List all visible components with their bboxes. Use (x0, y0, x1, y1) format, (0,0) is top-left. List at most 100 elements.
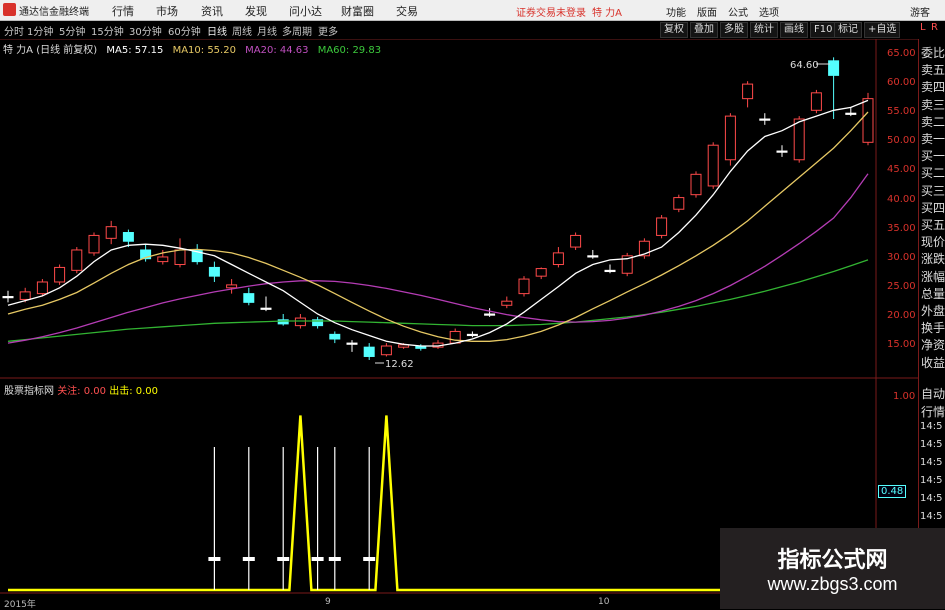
candle-body[interactable] (466, 333, 478, 337)
candle-body[interactable] (587, 255, 599, 258)
candle-body[interactable] (535, 268, 547, 277)
candle-body[interactable] (226, 284, 238, 289)
candle-body[interactable] (19, 291, 31, 300)
kline-chart[interactable]: 64.60 12.62 (0, 0, 945, 609)
candle-body[interactable] (776, 150, 788, 153)
candle-body[interactable] (828, 60, 840, 76)
quote-item-label[interactable]: 卖五 (921, 61, 945, 78)
candle-body[interactable] (656, 217, 668, 236)
candle-body[interactable] (724, 115, 736, 161)
price-axis-label: 55.00 (887, 106, 916, 118)
quote-item-label[interactable]: 涨跌 (921, 250, 945, 267)
ma20-line (7, 173, 869, 344)
quote-item-label[interactable]: 买一 (921, 147, 945, 164)
quote-item-label[interactable]: 买二 (921, 164, 945, 181)
xaxis-year-label: 2015年 (4, 600, 36, 610)
ma5-line (7, 99, 869, 347)
candle-body[interactable] (604, 269, 616, 273)
watermark-title: 指标公式网 (777, 548, 888, 573)
candle-body[interactable] (122, 232, 134, 242)
candle-body[interactable] (690, 173, 702, 196)
tick-time: 14:5 (920, 439, 943, 450)
panel-toggle-l[interactable]: L (920, 22, 926, 33)
quote-item-label[interactable]: 换手 (921, 319, 945, 336)
candle-body[interactable] (793, 118, 805, 161)
candle-body[interactable] (88, 234, 100, 254)
price-axis-label: 65.00 (887, 48, 916, 59)
candle-body[interactable] (570, 234, 582, 248)
candle-body[interactable] (363, 346, 375, 357)
quote-item-label[interactable]: 收益 (921, 354, 945, 371)
tick-time: 14:5 (920, 421, 943, 432)
exit-signal-marker (311, 557, 324, 561)
tick-time: 14:5 (920, 493, 943, 504)
candle-body[interactable] (810, 92, 822, 111)
candle-body[interactable] (518, 278, 530, 295)
quote-item-label[interactable]: 卖二 (921, 113, 945, 130)
candle-body[interactable] (449, 330, 461, 344)
quote-item-label[interactable]: 卖三 (921, 96, 945, 113)
candle-body[interactable] (105, 226, 117, 239)
price-axis-label: 60.00 (887, 77, 916, 89)
tick-time: 14:5 (920, 475, 943, 486)
quote-item-label[interactable]: 涨幅 (921, 268, 945, 285)
quote-item-label[interactable]: 委比 (921, 44, 945, 61)
candle-body[interactable] (501, 300, 513, 306)
auto-quote-label[interactable]: 行情 (921, 403, 945, 420)
quote-item-label[interactable]: 卖四 (921, 78, 945, 95)
quote-item-label[interactable]: 买三 (921, 182, 945, 199)
price-axis-label: 15.00 (887, 339, 916, 350)
candle-body[interactable] (742, 83, 754, 100)
exit-signal-marker (328, 557, 341, 561)
candle-body[interactable] (71, 249, 83, 271)
quote-item-label[interactable]: 买四 (921, 199, 945, 216)
quote-item-label[interactable]: 总量 (921, 285, 945, 302)
quote-item-label[interactable]: 卖一 (921, 130, 945, 147)
panel-toggle-r[interactable]: R (931, 22, 938, 33)
candle-body[interactable] (243, 293, 255, 303)
low-annotation: 12.62 (385, 359, 414, 370)
exit-signal-marker (277, 557, 290, 561)
candle-body[interactable] (174, 249, 186, 266)
watermark: 指标公式网 www.zbgs3.com (720, 528, 945, 609)
quote-item-label[interactable]: 净资 (921, 336, 945, 353)
candle-body[interactable] (759, 118, 771, 121)
indicator-axis-top: 1.00 (893, 391, 916, 402)
candle-body[interactable] (157, 256, 169, 263)
quote-item-label[interactable]: 现价 (921, 233, 945, 250)
price-axis-label: 25.00 (887, 280, 916, 292)
attention-value: 0.00 (83, 386, 107, 397)
candle-body[interactable] (208, 266, 220, 277)
price-axis-label: 30.00 (887, 251, 916, 263)
candle-body[interactable] (673, 197, 685, 210)
candle-body[interactable] (380, 345, 392, 356)
exit-signal-marker (208, 557, 221, 561)
exit-signal-marker (242, 557, 255, 561)
candle-body[interactable] (54, 266, 66, 283)
auto-quote-label[interactable]: 自动 (921, 385, 945, 402)
quote-item-label[interactable]: 买五 (921, 216, 945, 233)
candle-body[interactable] (36, 281, 48, 295)
candle-body[interactable] (845, 112, 857, 115)
candle-body[interactable] (552, 252, 564, 266)
indicator-name: 股票指标网 (4, 386, 54, 397)
price-axis-label: 45.00 (887, 164, 916, 176)
candle-body[interactable] (294, 317, 306, 327)
candle-body[interactable] (484, 313, 496, 316)
price-axis-label: 35.00 (887, 222, 916, 234)
candle-body[interactable] (346, 342, 358, 345)
tick-time: 14:5 (920, 511, 943, 522)
price-axis-label: 50.00 (887, 135, 916, 147)
tick-time: 14:5 (920, 457, 943, 468)
candle-body[interactable] (707, 144, 719, 187)
price-axis-label: 20.00 (887, 309, 916, 321)
candle-body[interactable] (2, 296, 14, 299)
candle-body[interactable] (260, 307, 272, 310)
candle-body[interactable] (329, 333, 341, 340)
xaxis-month-9: 9 (325, 597, 331, 607)
quote-side-panel: L R 委比 卖五 卖四 卖三 卖二 卖一 买一 买二 买三 买四 买五 现价 涨跌 涨幅 总量 外盘 换手 净资… (918, 22, 945, 609)
candle-body[interactable] (862, 98, 874, 143)
quote-item-label[interactable]: 外盘 (921, 302, 945, 319)
trading-terminal-window: 通达信金融终端 行情 市场 资讯 发现 问小达 财富圈 交易 证券交易未登录 特… (0, 0, 945, 610)
attention-label: 关注: (57, 386, 81, 397)
